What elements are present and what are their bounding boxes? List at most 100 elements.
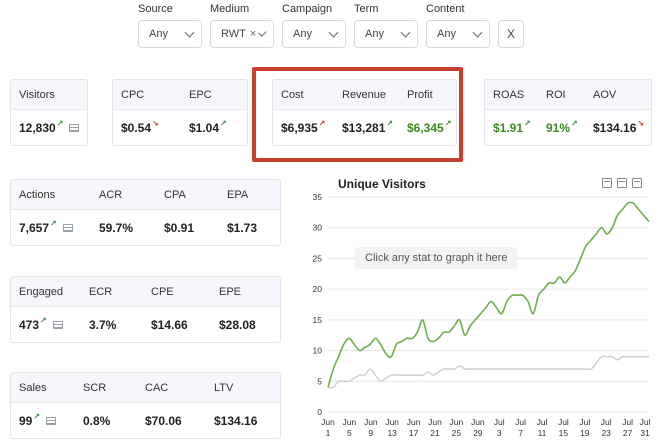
calendar-day-icon[interactable] [602, 178, 612, 188]
campaign-select[interactable]: Any [282, 20, 346, 48]
card-body: 99 ↗ 0.8% $70.06 $134.16 [11, 403, 280, 439]
x-tick-day: 23 [601, 428, 611, 438]
engaged-value: 473 ↗ [19, 316, 63, 332]
actions-label: Actions [19, 189, 56, 201]
visitors-value: 12,830 ↗ [19, 119, 80, 135]
cpc-epc-card[interactable]: CPC EPC $0.54 ↘ $1.04 ↗ [112, 79, 248, 146]
epe-label: EPE [219, 286, 242, 298]
engaged-card[interactable]: Engaged ECR CPE EPE 473 ↗ 3.7% $14.66 $2… [10, 276, 281, 343]
roas-label: ROAS [493, 89, 525, 101]
card-header: Visitors [11, 80, 87, 110]
series-primary-line [327, 201, 650, 388]
cpa-label: CPA [164, 189, 186, 201]
x-tick-month: Jun [450, 417, 464, 427]
roi-value: 91% ↗ [546, 119, 578, 135]
chevron-down-icon [400, 27, 411, 37]
cpc-value: $0.54 ↘ [121, 119, 159, 135]
ltv-label: LTV [214, 382, 234, 394]
epc-number: $1.04 [189, 121, 220, 135]
epa-label: EPA [227, 189, 249, 201]
campaign-select-value: Any [293, 28, 312, 40]
unique-visitors-chart[interactable]: 05101520253035 Jun1Jun5Jun9Jun13Jun17Jun… [300, 190, 663, 440]
y-tick-label: 10 [313, 346, 323, 356]
filter-term-label: Term [354, 3, 379, 15]
roas-value: $1.91 ↗ [493, 119, 531, 135]
x-tick-day: 19 [580, 428, 590, 438]
x-tick-day: 11 [538, 428, 547, 438]
roas-roi-aov-card[interactable]: ROAS ROI AOV $1.91 ↗ 91% ↗ $134.16 ↘ [484, 79, 652, 146]
clear-medium-icon[interactable]: × [250, 28, 256, 40]
chevron-down-icon [328, 27, 339, 37]
cpc-label: CPC [121, 89, 145, 101]
x-axis-ticks: Jun1Jun5Jun9Jun13Jun17Jun21Jun25Jun29Jul… [321, 417, 650, 438]
card-body: 7,657 ↗ 59.7% $0.91 $1.73 [11, 210, 280, 246]
table-icon[interactable] [52, 321, 63, 329]
term-select-value: Any [365, 28, 384, 40]
content-select[interactable]: Any [426, 20, 490, 48]
trend-up-icon: ↗ [220, 119, 227, 128]
filter-medium-label: Medium [210, 3, 250, 15]
x-tick-month: Jun [407, 417, 421, 427]
filter-content-label: Content [426, 3, 465, 15]
table-icon[interactable] [69, 124, 80, 132]
term-select[interactable]: Any [354, 20, 418, 48]
ecr-value: 3.7% [89, 318, 117, 332]
medium-select-value: RWT [221, 28, 246, 40]
acr-label: ACR [99, 189, 123, 201]
trend-up-icon: ↗ [33, 412, 41, 421]
calendar-month-icon[interactable] [632, 178, 642, 188]
y-tick-label: 35 [313, 192, 323, 202]
y-tick-label: 30 [313, 223, 323, 233]
x-tick-day: 29 [473, 428, 483, 438]
x-tick-day: 9 [368, 428, 373, 438]
aov-value: $134.16 ↘ [593, 119, 645, 135]
x-tick-day: 5 [347, 428, 352, 438]
x-tick-month: Jun [321, 417, 335, 427]
x-tick-day: 13 [387, 428, 397, 438]
x-tick-month: Jun [364, 417, 378, 427]
cpa-value: $0.91 [164, 221, 195, 235]
chart-toolbar [602, 178, 642, 188]
medium-select[interactable]: RWT × [210, 20, 274, 48]
x-tick-day: 31 [640, 428, 650, 438]
epe-value: $28.08 [219, 318, 256, 332]
visitors-card[interactable]: Visitors 12,830 ↗ [10, 79, 88, 146]
roi-number: 91% [546, 121, 571, 135]
roas-number: $1.91 [493, 121, 524, 135]
y-tick-label: 25 [313, 253, 323, 263]
cac-value: $70.06 [145, 414, 182, 428]
aov-label: AOV [593, 89, 617, 101]
epc-label: EPC [189, 89, 212, 101]
table-icon[interactable] [62, 224, 73, 232]
x-tick-day: 3 [497, 428, 502, 438]
epa-value: $1.73 [227, 221, 258, 235]
scr-value: 0.8% [83, 414, 111, 428]
chevron-down-icon [184, 27, 195, 37]
clear-filters-button[interactable]: X [498, 20, 524, 48]
chevron-down-icon [258, 27, 267, 37]
x-tick-day: 17 [409, 428, 419, 438]
trend-down-icon: ↘ [152, 119, 159, 128]
filter-content: Content [426, 2, 465, 16]
acr-value: 59.7% [99, 221, 134, 235]
graph-hint: Click any stat to graph it here [355, 247, 518, 269]
sales-value: 99 ↗ [19, 412, 57, 428]
source-select[interactable]: Any [138, 20, 202, 48]
ecr-label: ECR [89, 286, 113, 298]
card-header: ROAS ROI AOV [485, 80, 651, 110]
table-icon[interactable] [46, 417, 57, 425]
highlight-box [252, 67, 463, 162]
x-tick-month: Jul [515, 417, 526, 427]
actions-card[interactable]: Actions ACR CPA EPA 7,657 ↗ 59.7% $0.91 … [10, 179, 281, 246]
ltv-value: $134.16 [214, 414, 258, 428]
trend-down-icon: ↘ [637, 119, 645, 128]
x-tick-day: 7 [518, 428, 523, 438]
y-axis-ticks: 0 5 10 15 20 25 30 35 [313, 192, 323, 417]
x-tick-month: Jun [343, 417, 357, 427]
y-tick-label: 0 [317, 407, 322, 417]
sales-card[interactable]: Sales SCR CAC LTV 99 ↗ 0.8% $70.06 $134.… [10, 372, 281, 439]
x-tick-day: 21 [430, 428, 440, 438]
calendar-week-icon[interactable] [617, 178, 627, 188]
series-secondary-line [327, 355, 649, 389]
actions-value: 7,657 ↗ [19, 219, 73, 235]
